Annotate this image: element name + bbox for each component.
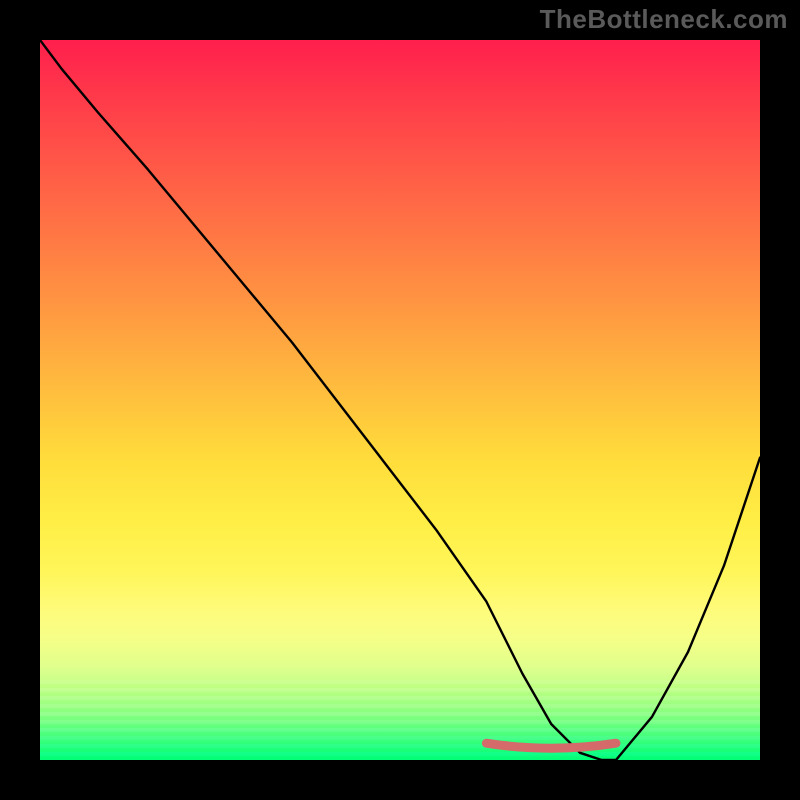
chart-frame: TheBottleneck.com — [0, 0, 800, 800]
optimal-range-marker — [486, 743, 616, 748]
watermark-text: TheBottleneck.com — [540, 4, 788, 35]
bottleneck-curve — [40, 40, 760, 760]
plot-area — [40, 40, 760, 760]
chart-svg — [40, 40, 760, 760]
